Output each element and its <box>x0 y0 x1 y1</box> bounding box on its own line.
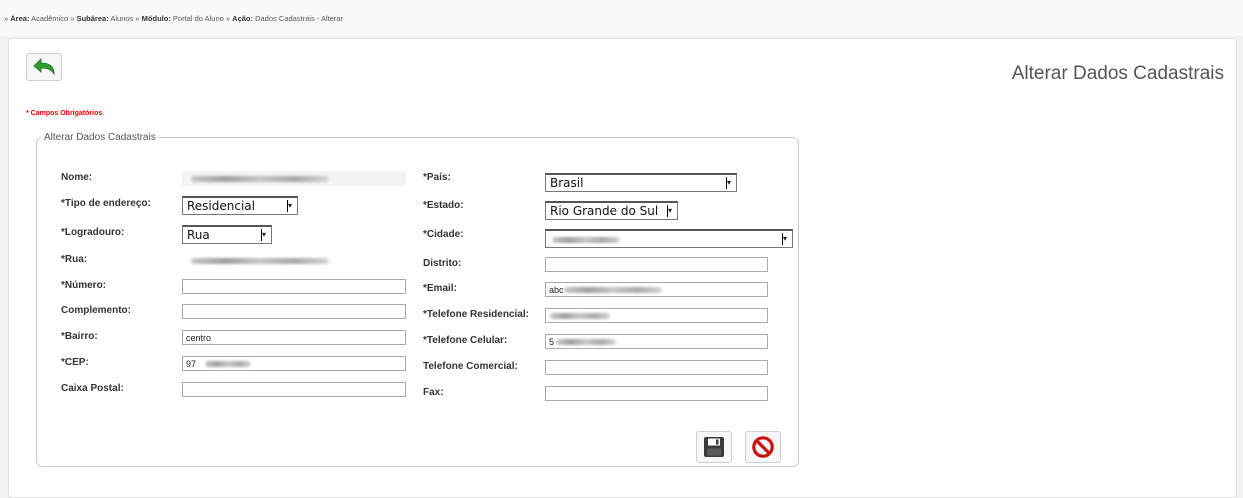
pais-label: *País: <box>423 172 451 183</box>
telefone-residencial-input[interactable] <box>545 308 768 323</box>
breadcrumb-subarea-label: Subárea: <box>76 14 109 23</box>
distrito-label: Distrito: <box>423 258 462 269</box>
dropdown-arrow-icon: ▾ <box>667 205 673 217</box>
cep-label: *CEP: <box>61 357 89 368</box>
email-value: abc <box>549 285 564 295</box>
breadcrumb-separator: » <box>135 14 140 23</box>
breadcrumb-modulo-label: Módulo: <box>141 14 171 23</box>
bairro-label: *Bairro: <box>61 331 98 342</box>
rua-field[interactable] <box>182 253 406 268</box>
dropdown-arrow-icon: ▾ <box>782 233 788 245</box>
page-title: Alterar Dados Cadastrais <box>1011 63 1224 84</box>
breadcrumb-separator: » <box>70 14 75 23</box>
caixa-postal-label: Caixa Postal: <box>61 383 124 394</box>
numero-input[interactable] <box>182 279 406 294</box>
breadcrumb-modulo-value: Portal do Aluno <box>172 14 224 23</box>
fax-label: Fax: <box>423 387 444 398</box>
back-button[interactable] <box>26 53 62 81</box>
save-button[interactable] <box>696 431 732 463</box>
estado-value: Rio Grande do Sul <box>550 204 659 218</box>
dropdown-arrow-icon: ▾ <box>261 229 267 241</box>
distrito-input[interactable] <box>545 257 768 272</box>
pais-value: Brasil <box>550 176 584 190</box>
cidade-label: *Cidade: <box>423 229 464 240</box>
caixa-postal-input[interactable] <box>182 382 406 397</box>
fieldset-legend: Alterar Dados Cadastrais <box>44 132 156 143</box>
breadcrumb-acao-value: Dados Cadastrais - Alterar <box>255 14 344 23</box>
fax-input[interactable] <box>545 386 768 401</box>
estado-label: *Estado: <box>423 200 464 211</box>
complemento-label: Complemento: <box>61 305 131 316</box>
dropdown-arrow-icon: ▾ <box>287 200 293 212</box>
main-panel: Alterar Dados Cadastrais * Campos Obriga… <box>8 38 1237 498</box>
email-label: *Email: <box>423 283 457 294</box>
cep-value: 97 <box>186 359 197 369</box>
breadcrumb: » Área: Acadêmico » Subárea: Alunos » Mó… <box>0 0 1243 36</box>
back-arrow-icon <box>33 58 55 76</box>
floppy-disk-icon <box>704 437 724 457</box>
tipo-endereco-select[interactable]: Residencial ▾ <box>182 196 298 215</box>
telefone-comercial-label: Telefone Comercial: <box>423 361 518 372</box>
bairro-input[interactable]: centro <box>182 330 406 345</box>
rua-label: *Rua: <box>61 254 88 265</box>
breadcrumb-area-label: Área: <box>10 14 30 23</box>
nome-label: Nome: <box>61 172 93 183</box>
tipo-endereco-label: *Tipo de endereço: <box>61 198 151 209</box>
cidade-select[interactable]: ▾ <box>545 229 793 248</box>
breadcrumb-prefix: » <box>4 14 9 23</box>
edit-form-fieldset: Alterar Dados Cadastrais Nome: *Tipo de … <box>36 132 799 467</box>
numero-label: *Número: <box>61 280 107 291</box>
telefone-celular-label: *Telefone Celular: <box>423 335 508 346</box>
dropdown-arrow-icon: ▾ <box>726 177 732 189</box>
pais-select[interactable]: Brasil ▾ <box>545 173 737 192</box>
breadcrumb-subarea-value: Alunos <box>110 14 134 23</box>
telefone-residencial-label: *Telefone Residencial: <box>423 309 529 320</box>
email-input[interactable]: abc <box>545 282 768 297</box>
telefone-celular-value: 5 <box>549 337 555 347</box>
tipo-endereco-value: Residencial <box>187 199 255 213</box>
estado-select[interactable]: Rio Grande do Sul ▾ <box>545 201 678 220</box>
nome-field <box>182 171 406 186</box>
telefone-comercial-input[interactable] <box>545 360 768 375</box>
breadcrumb-separator: » <box>225 14 231 23</box>
logradouro-value: Rua <box>187 228 210 242</box>
cancel-button[interactable] <box>745 431 781 463</box>
breadcrumb-acao-label: Ação: <box>232 14 253 23</box>
required-fields-note: * Campos Obrigatórios <box>26 110 103 117</box>
breadcrumb-area-value: Acadêmico <box>31 14 69 23</box>
logradouro-select[interactable]: Rua ▾ <box>182 225 272 244</box>
prohibited-icon <box>752 436 774 458</box>
cep-input[interactable]: 97 <box>182 356 406 371</box>
complemento-input[interactable] <box>182 304 406 319</box>
logradouro-label: *Logradouro: <box>61 227 125 238</box>
telefone-celular-input[interactable]: 5 <box>545 334 768 349</box>
